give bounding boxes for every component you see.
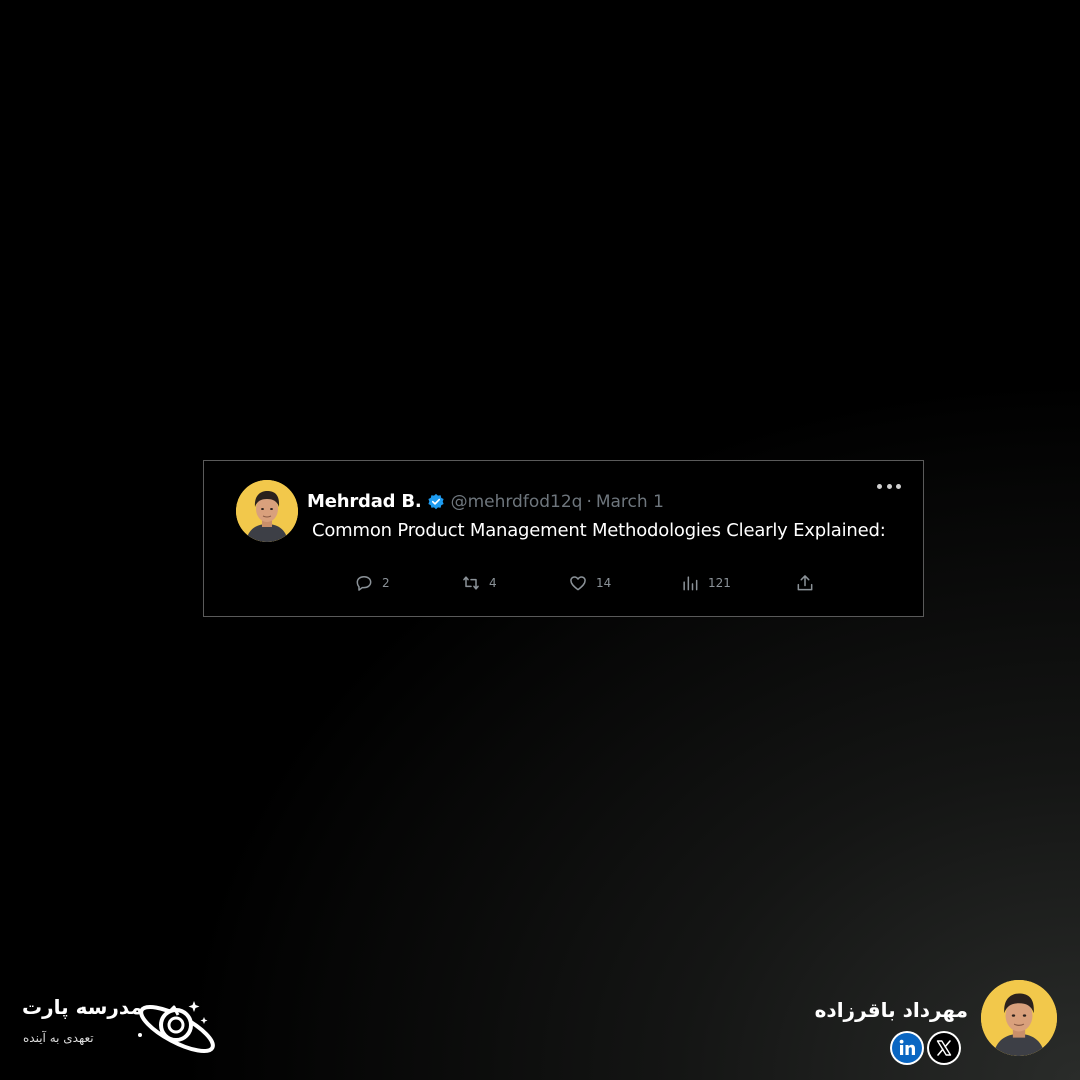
tweet-date[interactable]: March 1 [596,492,664,512]
reply-button[interactable]: 2 [354,573,390,593]
tweet-text: Common Product Management Methodologies … [312,520,886,541]
author-avatar[interactable] [236,480,298,542]
brand-logo-icon [138,1001,215,1054]
footer-author-avatar [981,980,1057,1056]
views-count: 121 [708,576,731,590]
more-options-icon[interactable] [877,479,901,493]
tweet-actions: 2 4 14 121 [354,573,824,597]
retweet-button[interactable]: 4 [461,573,497,593]
like-button[interactable]: 14 [568,573,611,593]
share-icon [797,575,813,591]
views-chart-icon [683,576,698,591]
footer-author-name: مهرداد باقرزاده [814,998,968,1022]
retweet-icon [463,576,479,590]
like-count: 14 [596,576,612,590]
views-button[interactable]: 121 [680,573,731,593]
share-button[interactable] [795,573,815,593]
reply-count: 2 [382,576,390,590]
brand-name: مدرسه پارت [22,995,143,1019]
x-icon[interactable] [927,1031,961,1065]
verified-badge-icon [427,493,444,509]
linkedin-icon[interactable] [890,1031,924,1065]
separator-dot: · [586,491,592,512]
tweet-card[interactable]: Mehrdad B. @mehrdfod12q · March 1 Common… [203,460,924,617]
tweet-header: Mehrdad B. @mehrdfod12q · March 1 [307,491,664,512]
brand-block: مدرسه پارت تعهدی به آینده [20,993,220,1063]
author-handle[interactable]: @mehrdfod12q [451,492,583,512]
brand-tagline: تعهدی به آینده [23,1031,94,1045]
author-name[interactable]: Mehrdad B. [307,491,422,512]
heart-icon [570,576,586,591]
retweet-count: 4 [489,576,497,590]
reply-icon [356,576,372,591]
